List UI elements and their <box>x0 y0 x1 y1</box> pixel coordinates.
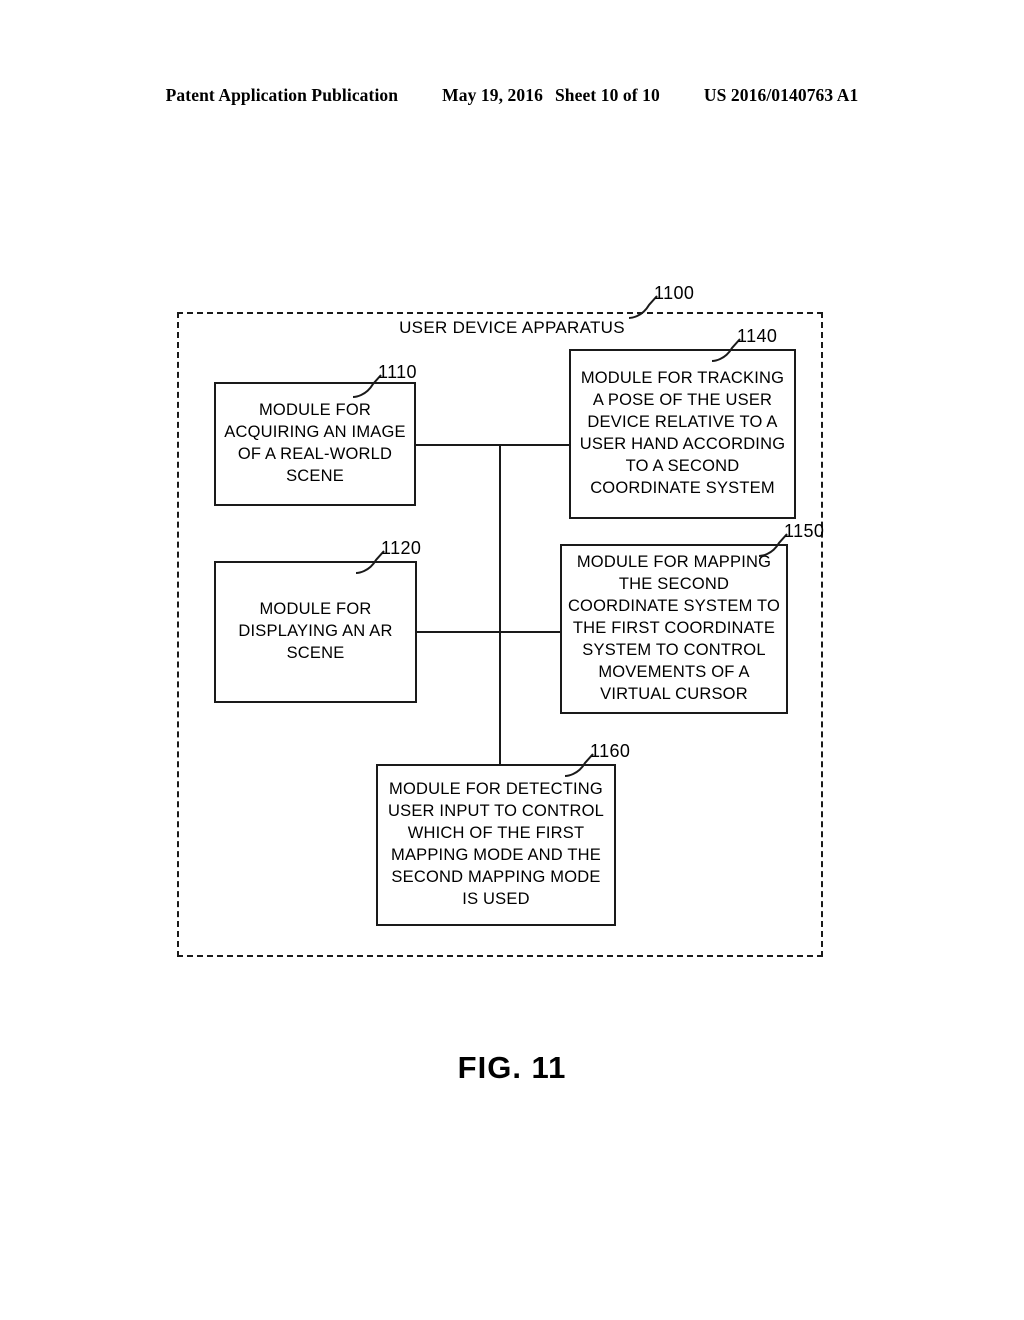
reference-numeral-1110: 1110 <box>378 362 417 382</box>
reference-numeral-1120: 1120 <box>381 538 422 558</box>
reference-numeral-1140: 1140 <box>737 326 778 346</box>
connector-line-1110-to-1140 <box>414 444 571 446</box>
module-box-1120-label: MODULE FOR DISPLAYING AN AR SCENE <box>238 600 393 662</box>
module-box-1160: MODULE FOR DETECTING USER INPUT TO CONTR… <box>376 764 616 926</box>
module-box-1120: MODULE FOR DISPLAYING AN AR SCENE <box>214 561 417 703</box>
reference-numeral-1160: 1160 <box>590 741 631 761</box>
connector-line-vertical-spine <box>499 444 501 765</box>
module-box-1150-label: MODULE FOR MAPPING THE SECOND COORDINATE… <box>567 553 781 703</box>
reference-numeral-1100: 1100 <box>654 283 695 303</box>
apparatus-title: USER DEVICE APPARATUS <box>399 318 625 337</box>
module-box-1110-label: MODULE FOR ACQUIRING AN IMAGE OF A REAL-… <box>224 401 406 485</box>
figure-diagram: USER DEVICE APPARATUS MODULE FOR ACQUIRI… <box>0 0 1024 1320</box>
module-box-1140: MODULE FOR TRACKING A POSE OF THE USER D… <box>569 349 796 519</box>
module-box-1150: MODULE FOR MAPPING THE SECOND COORDINATE… <box>560 544 788 714</box>
module-box-1160-label: MODULE FOR DETECTING USER INPUT TO CONTR… <box>388 780 604 908</box>
module-box-1110: MODULE FOR ACQUIRING AN IMAGE OF A REAL-… <box>214 382 416 506</box>
module-box-1140-label: MODULE FOR TRACKING A POSE OF THE USER D… <box>579 369 786 497</box>
figure-caption: FIG. 11 <box>457 1050 567 1085</box>
connector-line-1120-to-1150 <box>415 631 562 633</box>
reference-numeral-1150: 1150 <box>784 521 825 541</box>
